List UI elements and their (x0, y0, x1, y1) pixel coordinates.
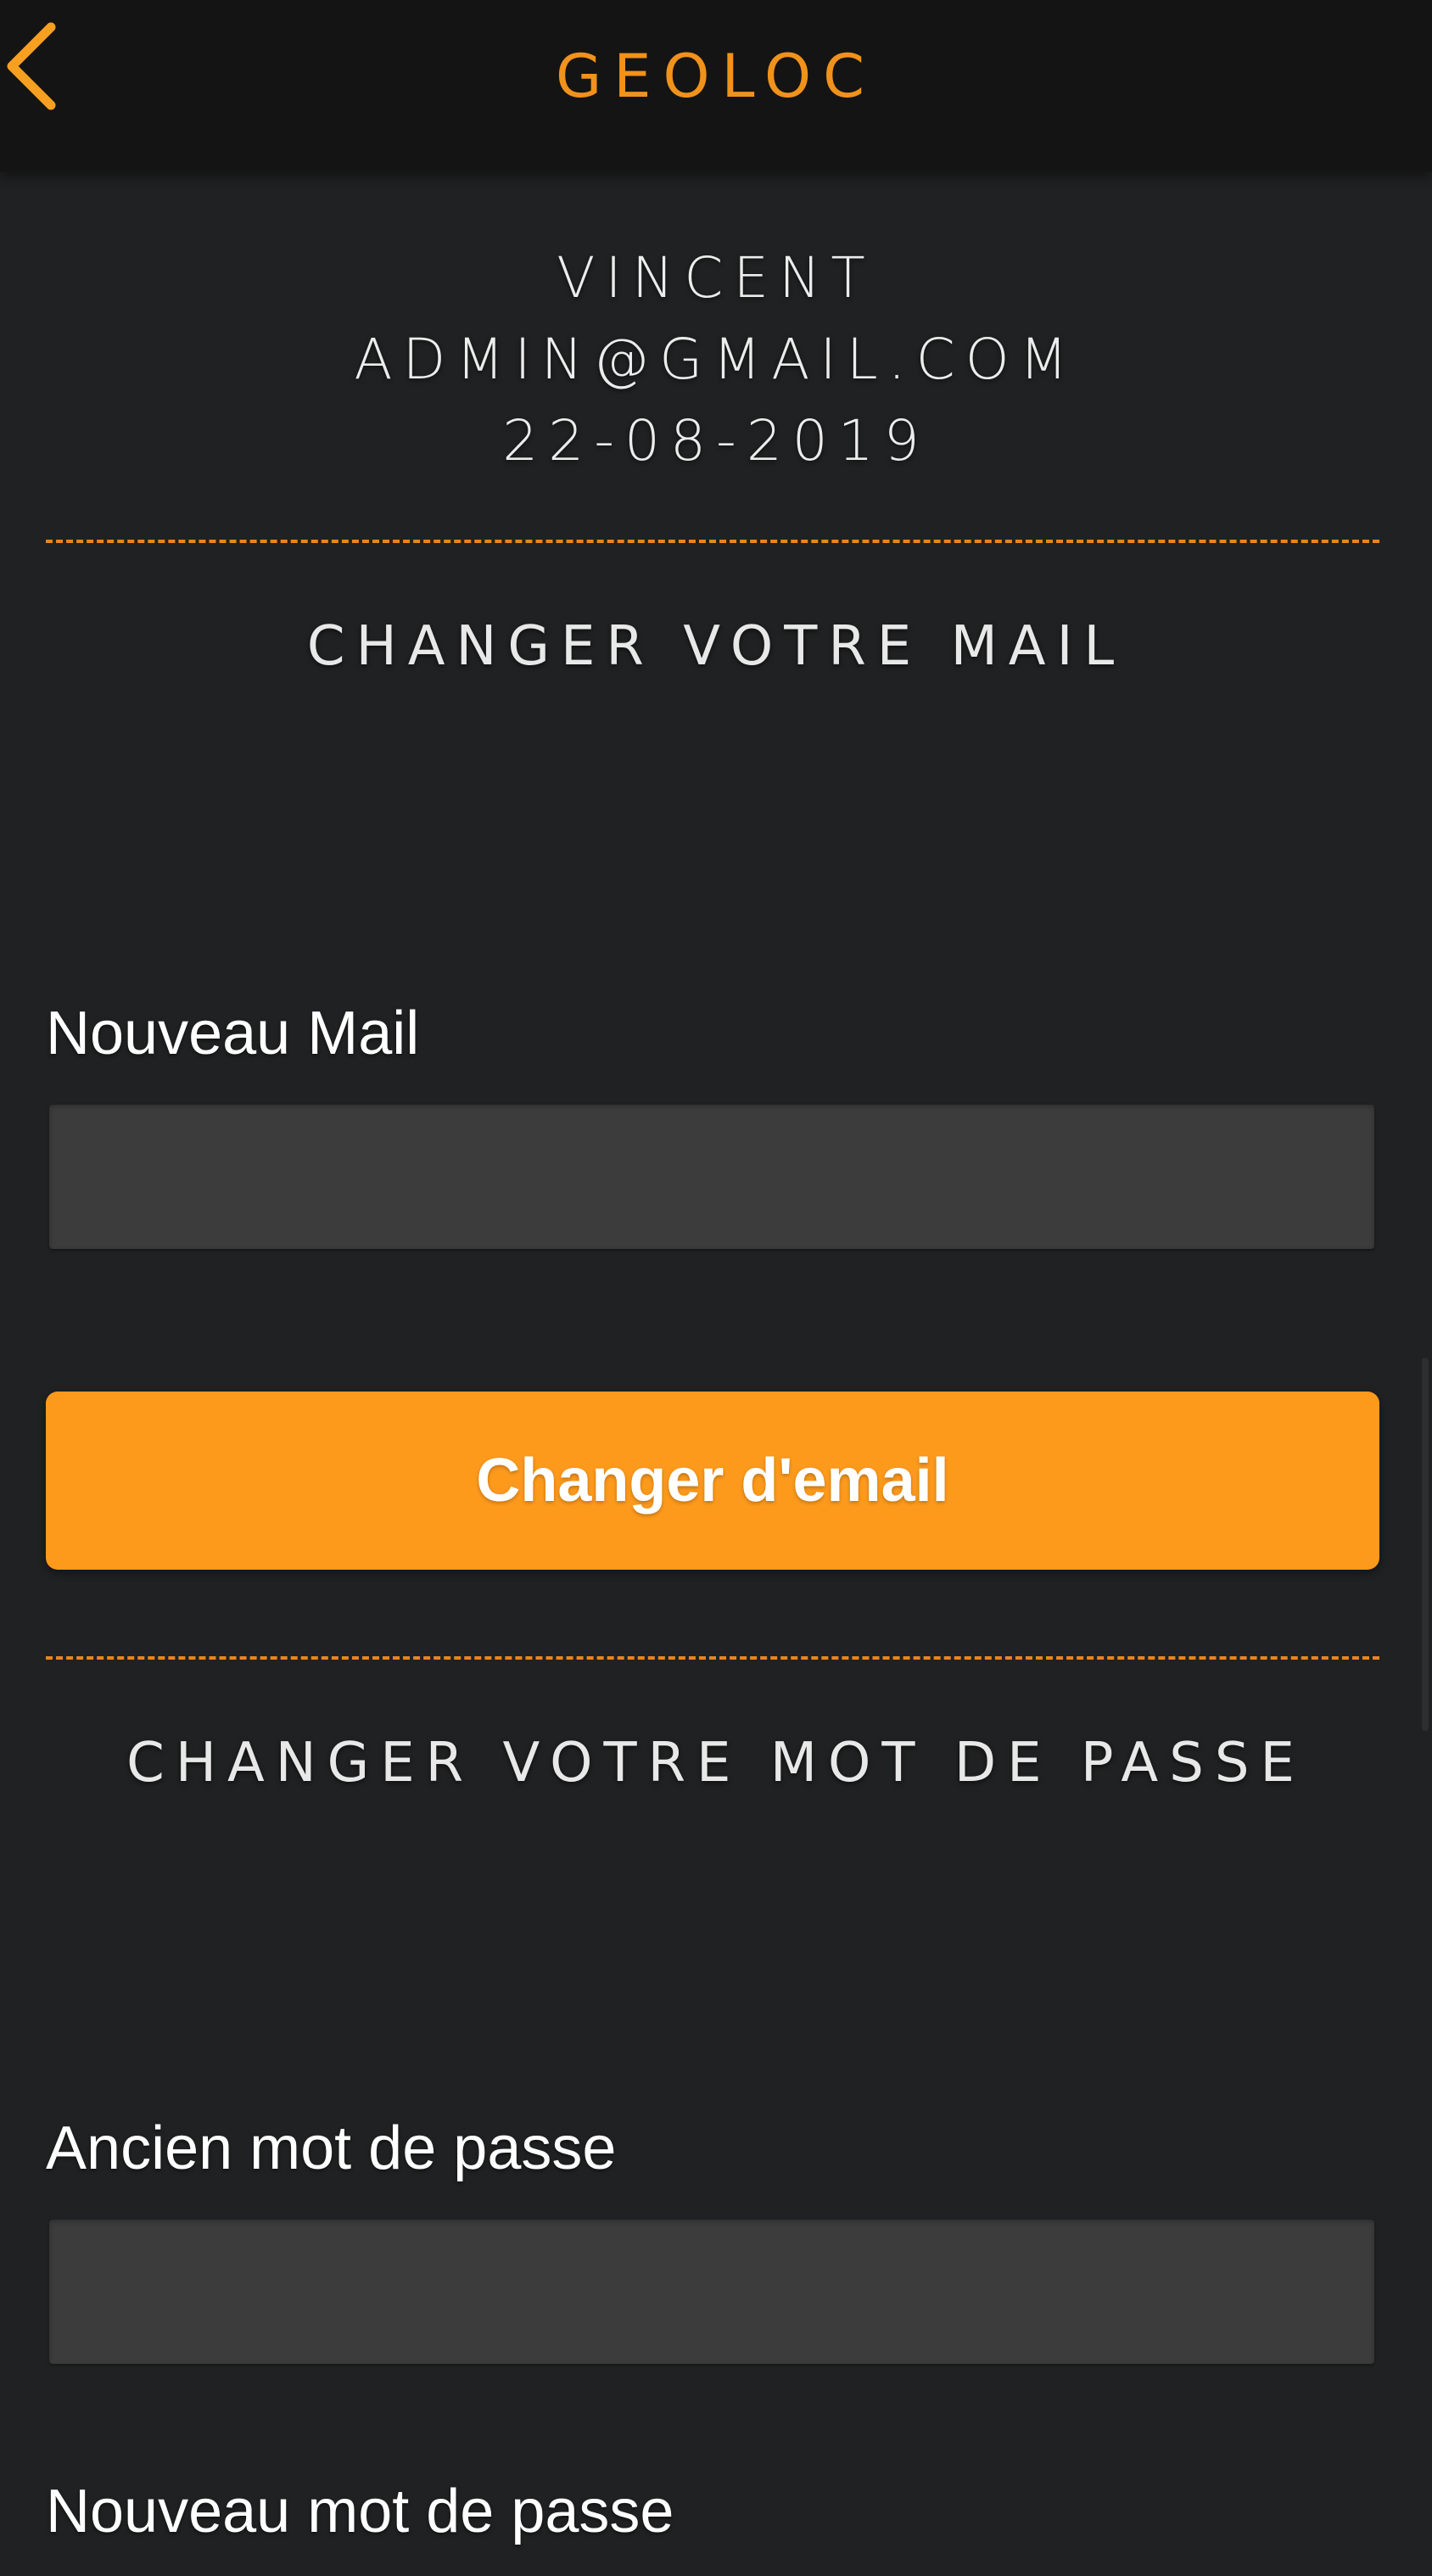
user-info: VINCENT ADMIN@GMAIL.COM 22-08-2019 (0, 238, 1432, 482)
email-section-title: CHANGER VOTRE MAIL (306, 615, 1126, 678)
new-mail-label: Nouveau Mail (46, 1000, 420, 1067)
user-name: VINCENT (557, 245, 875, 311)
user-date: 22-08-2019 (502, 408, 930, 473)
scrollbar[interactable] (1422, 1358, 1429, 1731)
section-divider (46, 1656, 1379, 1660)
user-email: ADMIN@GMAIL.COM (354, 327, 1078, 392)
old-password-label: Ancien mot de passe (46, 2114, 617, 2182)
password-section-title: CHANGER VOTRE MOT DE PASSE (126, 1732, 1306, 1795)
old-password-input[interactable] (49, 2220, 1374, 2364)
change-email-button[interactable]: Changer d'email (46, 1392, 1379, 1570)
app-title: GEOLOC (555, 42, 877, 111)
section-divider (46, 540, 1379, 543)
new-mail-input[interactable] (49, 1105, 1374, 1249)
new-password-label: Nouveau mot de passe (46, 2478, 674, 2545)
app-header: GEOLOC (0, 0, 1432, 171)
